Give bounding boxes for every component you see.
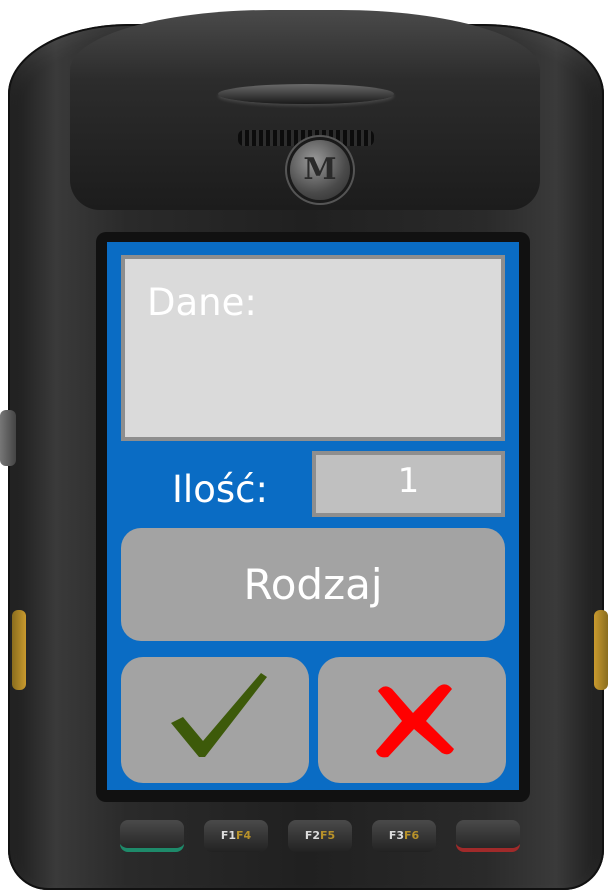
f2-label: F2 xyxy=(304,829,320,842)
brand-logo-icon: M xyxy=(290,140,350,200)
function-key-row: F1F4 F2F5 F3F6 xyxy=(120,820,520,860)
data-label: Dane: xyxy=(147,281,257,324)
quantity-field[interactable]: 1 xyxy=(312,451,505,517)
quantity-label: Ilość: xyxy=(172,468,268,511)
cancel-button[interactable] xyxy=(318,657,506,783)
f4-label: F4 xyxy=(236,829,252,842)
f6-label: F6 xyxy=(404,829,420,842)
call-key[interactable] xyxy=(120,820,184,852)
f2-key[interactable]: F2F5 xyxy=(288,820,352,852)
cross-icon xyxy=(376,684,454,758)
f1-key[interactable]: F1F4 xyxy=(204,820,268,852)
earpiece-speaker xyxy=(218,84,394,104)
f3-label: F3 xyxy=(388,829,404,842)
scan-trigger-left[interactable] xyxy=(12,610,26,690)
f1-label: F1 xyxy=(220,829,236,842)
scan-trigger-right[interactable] xyxy=(594,610,608,690)
type-button[interactable]: Rodzaj xyxy=(121,528,505,641)
f3-key[interactable]: F3F6 xyxy=(372,820,436,852)
checkmark-icon xyxy=(171,673,267,757)
data-display-box: Dane: xyxy=(121,255,505,441)
side-button-left[interactable] xyxy=(0,410,16,466)
confirm-button[interactable] xyxy=(121,657,309,783)
end-key[interactable] xyxy=(456,820,520,852)
f5-label: F5 xyxy=(320,829,336,842)
